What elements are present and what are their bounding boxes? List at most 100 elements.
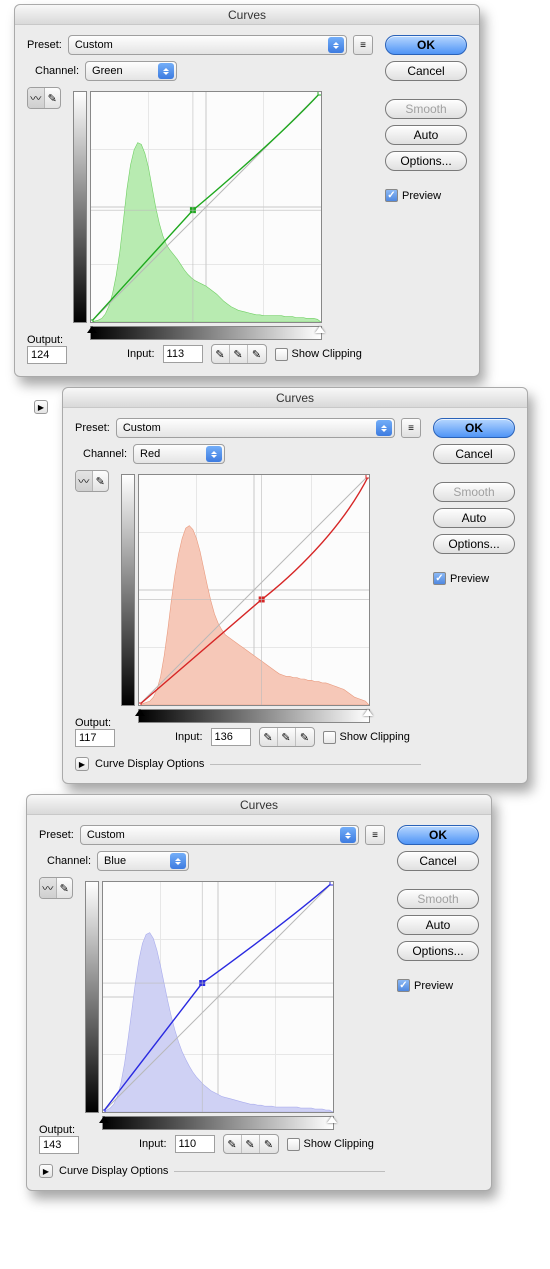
chevron-updown-icon <box>206 446 222 462</box>
divider <box>210 764 421 765</box>
preset-value: Custom <box>123 422 161 434</box>
output-gradient <box>73 91 87 323</box>
gray-eyedropper-icon[interactable]: ✎ <box>230 345 248 363</box>
preset-label: Preset: <box>27 39 62 51</box>
curve-tool-toggle[interactable]: 〰 ✎ <box>75 470 109 492</box>
white-eyedropper-icon[interactable]: ✎ <box>296 728 314 746</box>
cancel-button[interactable]: Cancel <box>385 61 467 81</box>
black-point-slider[interactable] <box>87 326 97 333</box>
input-field[interactable] <box>175 1135 215 1153</box>
preview-checkbox[interactable]: ✓ Preview <box>397 979 479 992</box>
smooth-button[interactable]: Smooth <box>397 889 479 909</box>
show-clipping-checkbox[interactable]: Show Clipping <box>323 731 410 744</box>
eyedropper-group: ✎ ✎ ✎ <box>223 1134 279 1154</box>
dialog-title: Curves <box>15 5 479 25</box>
options-button[interactable]: Options... <box>385 151 467 171</box>
preview-label: Preview <box>414 980 453 992</box>
white-point-slider[interactable] <box>363 709 373 716</box>
output-field[interactable] <box>39 1136 79 1154</box>
preview-checkbox[interactable]: ✓ Preview <box>385 189 467 202</box>
black-eyedropper-icon[interactable]: ✎ <box>212 345 230 363</box>
pencil-icon: ✎ <box>45 88 61 108</box>
checkbox-icon: ✓ <box>397 979 410 992</box>
disclosure-triangle-icon[interactable]: ▶ <box>39 1164 53 1178</box>
ok-button[interactable]: OK <box>433 418 515 438</box>
black-eyedropper-icon[interactable]: ✎ <box>224 1135 242 1153</box>
curve-tool-toggle[interactable]: 〰 ✎ <box>39 877 73 899</box>
show-clipping-checkbox[interactable]: Show Clipping <box>275 348 362 361</box>
curve-display-options-label: Curve Display Options <box>59 1165 168 1177</box>
gray-eyedropper-icon[interactable]: ✎ <box>242 1135 260 1153</box>
channel-value: Green <box>92 65 123 77</box>
white-point-slider[interactable] <box>315 326 325 333</box>
gray-eyedropper-icon[interactable]: ✎ <box>278 728 296 746</box>
dialog-title: Curves <box>27 795 491 815</box>
input-gradient[interactable] <box>138 709 370 723</box>
preset-value: Custom <box>87 829 125 841</box>
ok-button[interactable]: OK <box>397 825 479 845</box>
preset-select[interactable]: Custom <box>116 418 395 438</box>
curves-graph[interactable] <box>90 91 322 323</box>
preset-menu-button[interactable]: ≡ <box>365 825 385 845</box>
output-field[interactable] <box>75 729 115 747</box>
chevron-updown-icon <box>170 853 186 869</box>
input-gradient[interactable] <box>102 1116 334 1130</box>
curve-tool-toggle[interactable]: 〰 ✎ <box>27 87 61 109</box>
pencil-icon: ✎ <box>93 471 109 491</box>
chevron-updown-icon <box>328 37 344 53</box>
preset-select[interactable]: Custom <box>80 825 359 845</box>
channel-select[interactable]: Blue <box>97 851 189 871</box>
white-point-slider[interactable] <box>327 1116 337 1123</box>
auto-button[interactable]: Auto <box>385 125 467 145</box>
input-label: Input: <box>127 348 155 360</box>
channel-label: Channel: <box>35 65 79 77</box>
input-field[interactable] <box>211 728 251 746</box>
channel-select[interactable]: Green <box>85 61 177 81</box>
output-label: Output: <box>39 1124 73 1136</box>
options-button[interactable]: Options... <box>397 941 479 961</box>
divider <box>174 1171 385 1172</box>
show-clipping-label: Show Clipping <box>340 731 410 743</box>
cancel-button[interactable]: Cancel <box>433 444 515 464</box>
checkbox-icon <box>275 348 288 361</box>
channel-value: Red <box>140 448 160 460</box>
show-clipping-label: Show Clipping <box>304 1138 374 1150</box>
show-clipping-checkbox[interactable]: Show Clipping <box>287 1138 374 1151</box>
output-gradient <box>121 474 135 706</box>
chevron-updown-icon <box>158 63 174 79</box>
disclosure-triangle-icon[interactable]: ▶ <box>34 400 48 414</box>
eyedropper-group: ✎ ✎ ✎ <box>211 344 267 364</box>
options-button[interactable]: Options... <box>433 534 515 554</box>
curve-draw-icon: 〰 <box>76 471 93 491</box>
input-field[interactable] <box>163 345 203 363</box>
white-eyedropper-icon[interactable]: ✎ <box>260 1135 278 1153</box>
black-eyedropper-icon[interactable]: ✎ <box>260 728 278 746</box>
curve-draw-icon: 〰 <box>28 88 45 108</box>
smooth-button[interactable]: Smooth <box>433 482 515 502</box>
white-eyedropper-icon[interactable]: ✎ <box>248 345 266 363</box>
output-field[interactable] <box>27 346 67 364</box>
preset-menu-button[interactable]: ≡ <box>353 35 373 55</box>
disclosure-triangle-icon[interactable]: ▶ <box>75 757 89 771</box>
curves-graph[interactable] <box>138 474 370 706</box>
preset-label: Preset: <box>75 422 110 434</box>
preset-menu-button[interactable]: ≡ <box>401 418 421 438</box>
black-point-slider[interactable] <box>99 1116 109 1123</box>
output-label: Output: <box>75 717 109 729</box>
cancel-button[interactable]: Cancel <box>397 851 479 871</box>
auto-button[interactable]: Auto <box>433 508 515 528</box>
ok-button[interactable]: OK <box>385 35 467 55</box>
output-gradient <box>85 881 99 1113</box>
preset-select[interactable]: Custom <box>68 35 347 55</box>
show-clipping-label: Show Clipping <box>292 348 362 360</box>
auto-button[interactable]: Auto <box>397 915 479 935</box>
smooth-button[interactable]: Smooth <box>385 99 467 119</box>
checkbox-icon <box>287 1138 300 1151</box>
channel-select[interactable]: Red <box>133 444 225 464</box>
black-point-slider[interactable] <box>135 709 145 716</box>
chevron-updown-icon <box>340 827 356 843</box>
input-gradient[interactable] <box>90 326 322 340</box>
checkbox-icon: ✓ <box>433 572 446 585</box>
curves-graph[interactable] <box>102 881 334 1113</box>
preview-checkbox[interactable]: ✓ Preview <box>433 572 515 585</box>
